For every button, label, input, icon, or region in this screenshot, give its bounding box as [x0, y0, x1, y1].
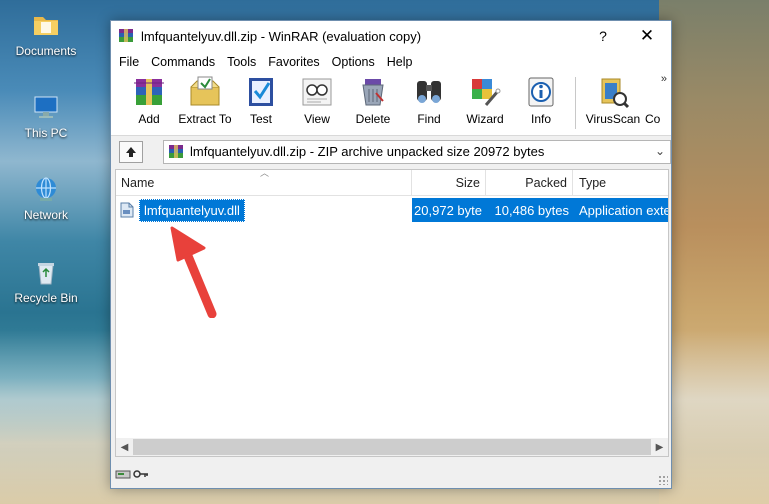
archive-path-field[interactable]: lmfquantelyuv.dll.zip - ZIP archive unpa…	[163, 139, 671, 164]
toolbar: Add Extract To Test View Delete Find Wiz…	[111, 73, 671, 135]
toolbar-label: Add	[138, 112, 160, 126]
menu-help[interactable]: Help	[381, 55, 419, 69]
toolbar-label: Delete	[355, 112, 391, 126]
wizard-icon	[472, 79, 501, 106]
toolbar-label: Info	[530, 112, 551, 126]
find-icon	[417, 81, 441, 103]
toolbar-virusscan-button[interactable]: VirusScan	[581, 73, 645, 133]
toolbar-label: Extract To	[178, 112, 232, 126]
desktop-icon-label: Documents	[15, 44, 77, 58]
extract-to-icon	[190, 76, 220, 106]
file-list-header: Name ︿ Size Packed Type	[116, 168, 668, 196]
winrar-app-icon	[119, 29, 133, 42]
column-header-label: Type	[579, 176, 607, 190]
archive-path-text: lmfquantelyuv.dll.zip - ZIP archive unpa…	[190, 144, 545, 159]
status-bar	[111, 460, 671, 488]
toolbar-overflow-chevron[interactable]: »	[661, 73, 667, 85]
toolbar-label: Co	[645, 112, 661, 126]
status-icons	[115, 468, 149, 480]
table-row[interactable]: lmfquantelyuv.dll 20,972 byte 10,486 byt…	[116, 198, 668, 222]
toolbar-wizard-button[interactable]: Wizard	[457, 73, 513, 133]
help-button[interactable]: ?	[581, 21, 625, 51]
info-icon	[528, 77, 554, 107]
network-icon	[36, 177, 56, 201]
toolbar-extract-to-button[interactable]: Extract To	[177, 73, 233, 133]
virusscan-icon	[601, 78, 630, 109]
dll-file-icon	[120, 202, 134, 218]
column-header-size[interactable]: Size	[412, 170, 486, 196]
menu-file[interactable]: File	[113, 55, 145, 69]
toolbar-delete-button[interactable]: Delete	[345, 73, 401, 133]
toolbar-test-button[interactable]: Test	[233, 73, 289, 133]
horizontal-scrollbar[interactable]: ◀ ▶	[116, 438, 668, 456]
menu-options[interactable]: Options	[326, 55, 381, 69]
desktop-icon-this-pc[interactable]: This PC	[6, 92, 86, 140]
column-header-label: Name	[121, 176, 155, 190]
test-icon	[249, 78, 273, 106]
winrar-archive-icon	[169, 144, 183, 158]
toolbar-separator	[575, 77, 576, 129]
chevron-down-icon[interactable]: ⌄	[655, 144, 665, 158]
toolbar-label: Test	[249, 112, 272, 126]
toolbar-label: VirusScan	[585, 112, 641, 126]
desktop-icon-label: Recycle Bin	[14, 291, 78, 305]
key-icon[interactable]	[133, 468, 149, 480]
up-arrow-icon	[126, 146, 136, 157]
scroll-right-icon[interactable]: ▶	[651, 438, 668, 456]
scroll-left-icon[interactable]: ◀	[116, 438, 133, 456]
toolbar-label: Find	[417, 112, 441, 126]
drive-icon[interactable]	[115, 468, 131, 480]
column-header-type[interactable]: Type	[573, 170, 668, 196]
file-size: 20,972 byte	[414, 202, 482, 218]
desktop-icon-recycle-bin[interactable]: Recycle Bin	[6, 257, 86, 305]
toolbar-label: View	[304, 112, 330, 126]
sort-ascending-icon: ︿	[260, 168, 270, 178]
folder-icon	[34, 17, 58, 35]
delete-icon	[362, 79, 384, 106]
file-name-cell[interactable]: lmfquantelyuv.dll	[116, 198, 412, 222]
column-header-packed[interactable]: Packed	[486, 170, 573, 196]
toolbar-find-button[interactable]: Find	[401, 73, 457, 133]
title-bar[interactable]: lmfquantelyuv.dll.zip - WinRAR (evaluati…	[111, 21, 671, 51]
desktop-icon-documents[interactable]: Documents	[6, 10, 86, 58]
menu-tools[interactable]: Tools	[221, 55, 262, 69]
desktop-icon-label: Network	[23, 208, 68, 222]
annotation-arrow-icon	[170, 226, 217, 318]
menu-bar: File Commands Tools Favorites Options He…	[111, 51, 671, 73]
add-archive-icon	[134, 79, 164, 105]
recycle-bin-icon	[38, 263, 54, 285]
file-details: 20,972 byte 10,486 bytes Application ext…	[412, 198, 668, 222]
computer-icon	[34, 96, 58, 118]
file-name: lmfquantelyuv.dll	[139, 198, 245, 222]
window-title: lmfquantelyuv.dll.zip - WinRAR (evaluati…	[141, 28, 422, 44]
toolbar-label: Wizard	[466, 112, 504, 126]
toolbar-view-button[interactable]: View	[289, 73, 345, 133]
close-button[interactable]: ✕	[625, 21, 669, 51]
column-header-label: Size	[455, 176, 480, 190]
menu-favorites[interactable]: Favorites	[262, 55, 325, 69]
view-icon	[302, 78, 332, 106]
toolbar-add-button[interactable]: Add	[121, 73, 177, 133]
file-type: Application exte	[579, 202, 668, 218]
address-bar: lmfquantelyuv.dll.zip - ZIP archive unpa…	[111, 135, 671, 167]
file-packed-size: 10,486 bytes	[494, 202, 569, 218]
menu-commands[interactable]: Commands	[145, 55, 221, 69]
column-header-label: Packed	[525, 176, 567, 190]
desktop-icon-network[interactable]: Network	[6, 174, 86, 222]
column-header-name[interactable]: Name ︿	[116, 168, 412, 196]
toolbar-info-button[interactable]: Info	[513, 73, 569, 133]
up-folder-button[interactable]	[119, 140, 143, 163]
scrollbar-thumb[interactable]	[133, 439, 651, 455]
resize-grip[interactable]	[658, 475, 668, 485]
desktop-icon-label: This PC	[24, 126, 68, 140]
